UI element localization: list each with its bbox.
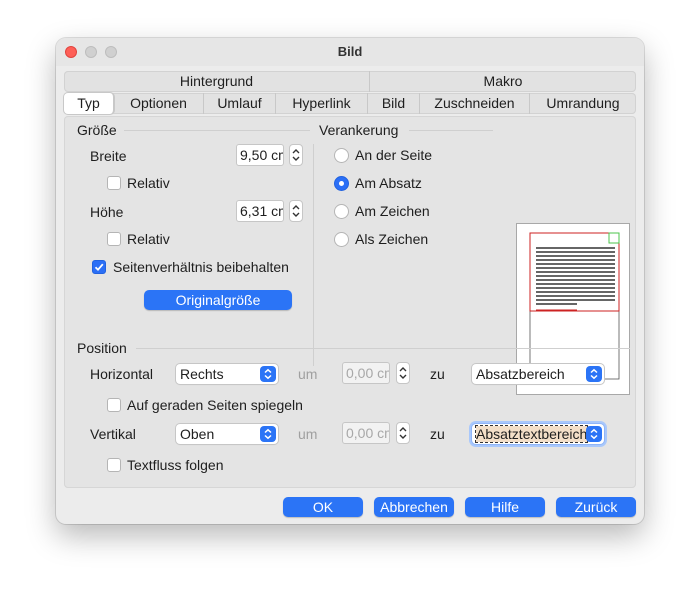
anchor-page-label: An der Seite xyxy=(355,147,433,163)
vertical-to-label: zu xyxy=(430,426,445,442)
anchor-character-label: Am Zeichen xyxy=(355,203,430,219)
size-anchor-divider xyxy=(313,144,314,366)
horizontal-to-select-value: Absatzbereich xyxy=(476,366,565,382)
tab-panel-typ: Größe Breite 9,50 cm Relativ Höhe 6,31 c… xyxy=(64,116,636,488)
keep-ratio-checkbox[interactable] xyxy=(92,260,106,274)
vertical-to-select[interactable]: Absatztextbereich xyxy=(472,424,604,444)
mirror-checkbox[interactable] xyxy=(107,398,121,412)
updown-chevron-icon xyxy=(260,366,276,382)
image-dialog: Bild Hintergrund Makro Typ Optionen Umla… xyxy=(56,38,644,524)
vertical-label: Vertikal xyxy=(90,426,136,442)
ok-button[interactable]: OK xyxy=(283,497,363,517)
anchor-paragraph-label: Am Absatz xyxy=(355,175,422,191)
updown-chevron-icon xyxy=(399,367,407,379)
horizontal-by-label: um xyxy=(298,366,318,382)
vertical-to-select-value: Absatztextbereich xyxy=(474,425,589,443)
tab-hyperlink[interactable]: Hyperlink xyxy=(276,93,368,114)
horizontal-to-select[interactable]: Absatzbereich xyxy=(472,364,604,384)
original-size-button[interactable]: Originalgröße xyxy=(144,290,292,310)
width-label: Breite xyxy=(90,148,127,164)
cancel-button[interactable]: Abbrechen xyxy=(374,497,454,517)
width-relative-label: Relativ xyxy=(127,175,170,191)
horizontal-label: Horizontal xyxy=(90,366,154,382)
updown-chevron-icon xyxy=(586,366,602,382)
tab-makro[interactable]: Makro xyxy=(370,71,636,92)
tab-bild[interactable]: Bild xyxy=(368,93,420,114)
anchor-paragraph-radio[interactable] xyxy=(334,176,349,191)
horizontal-by-field[interactable]: 0,00 cm xyxy=(342,362,390,384)
window-title: Bild xyxy=(337,44,363,59)
anchor-heading: Verankerung xyxy=(319,122,399,138)
vertical-select-value: Oben xyxy=(180,426,215,442)
size-heading-divider xyxy=(124,130,310,131)
tab-row-bottom: Typ Optionen Umlauf Hyperlink Bild Zusch… xyxy=(64,93,636,114)
help-button[interactable]: Hilfe xyxy=(465,497,545,517)
tab-hintergrund[interactable]: Hintergrund xyxy=(64,71,370,92)
anchor-heading-divider xyxy=(409,130,493,131)
vertical-select[interactable]: Oben xyxy=(176,424,278,444)
tab-umrandung[interactable]: Umrandung xyxy=(530,93,636,114)
height-label: Höhe xyxy=(90,204,124,220)
anchor-as-character-radio[interactable] xyxy=(334,232,349,247)
updown-chevron-icon xyxy=(292,149,300,161)
anchor-as-character-label: Als Zeichen xyxy=(355,231,429,247)
height-stepper[interactable] xyxy=(289,200,303,222)
tab-typ[interactable]: Typ xyxy=(64,93,114,114)
position-heading: Position xyxy=(77,340,127,356)
height-relative-checkbox[interactable] xyxy=(107,232,121,246)
width-field[interactable]: 9,50 cm xyxy=(236,144,284,166)
horizontal-select[interactable]: Rechts xyxy=(176,364,278,384)
vertical-by-stepper[interactable] xyxy=(396,422,410,444)
anchor-character-radio[interactable] xyxy=(334,204,349,219)
tab-row-top: Hintergrund Makro xyxy=(64,71,636,92)
updown-chevron-icon xyxy=(586,426,602,442)
size-heading: Größe xyxy=(77,122,117,138)
height-relative-label: Relativ xyxy=(127,231,170,247)
position-heading-divider xyxy=(136,348,630,349)
updown-chevron-icon xyxy=(260,426,276,442)
updown-chevron-icon xyxy=(292,205,300,217)
title-bar: Bild xyxy=(56,38,644,66)
vertical-by-field[interactable]: 0,00 cm xyxy=(342,422,390,444)
checkmark-icon xyxy=(94,263,104,272)
reset-button[interactable]: Zurück xyxy=(556,497,636,517)
follow-text-checkbox[interactable] xyxy=(107,458,121,472)
updown-chevron-icon xyxy=(399,427,407,439)
horizontal-select-value: Rechts xyxy=(180,366,224,382)
horizontal-by-stepper[interactable] xyxy=(396,362,410,384)
tab-zuschneiden[interactable]: Zuschneiden xyxy=(420,93,530,114)
tab-umlauf[interactable]: Umlauf xyxy=(204,93,276,114)
width-stepper[interactable] xyxy=(289,144,303,166)
mirror-label: Auf geraden Seiten spiegeln xyxy=(127,397,303,413)
follow-text-label: Textfluss folgen xyxy=(127,457,224,473)
anchor-page-radio[interactable] xyxy=(334,148,349,163)
width-relative-checkbox[interactable] xyxy=(107,176,121,190)
height-field[interactable]: 6,31 cm xyxy=(236,200,284,222)
tab-optionen[interactable]: Optionen xyxy=(114,93,204,114)
vertical-by-label: um xyxy=(298,426,318,442)
horizontal-to-label: zu xyxy=(430,366,445,382)
keep-ratio-label: Seitenverhältnis beibehalten xyxy=(113,259,289,275)
